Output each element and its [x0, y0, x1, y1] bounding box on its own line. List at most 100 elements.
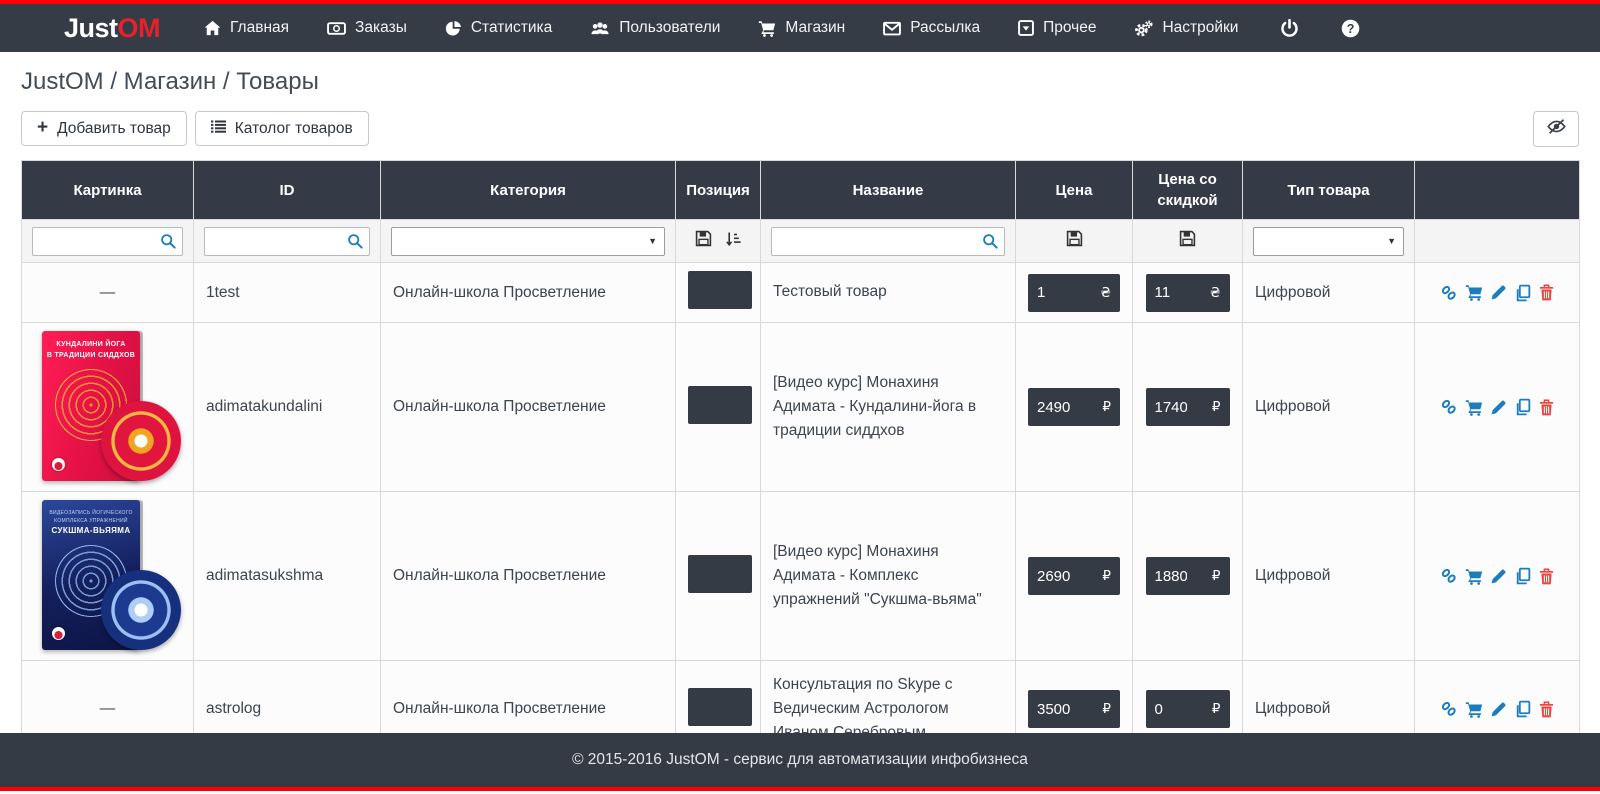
link-icon[interactable]	[1440, 700, 1458, 718]
nav-item-mailing[interactable]: Рассылка	[883, 19, 980, 37]
nav-item-shop[interactable]: Магазин	[758, 19, 845, 37]
power-icon[interactable]	[1280, 19, 1299, 38]
svg-text:?: ?	[1347, 21, 1355, 35]
discount-value: 11	[1155, 284, 1187, 301]
trash-icon[interactable]	[1539, 284, 1554, 301]
toggle-columns-button[interactable]	[1533, 111, 1579, 147]
price-input[interactable]: 2690₽	[1028, 557, 1120, 595]
nav-item-settings[interactable]: Настройки	[1134, 19, 1238, 37]
name-filter-input[interactable]	[771, 227, 1005, 256]
trash-icon[interactable]	[1539, 399, 1554, 416]
logo-text-om: OM	[118, 13, 161, 43]
nav-item-users[interactable]: Пользователи	[590, 19, 720, 37]
link-icon[interactable]	[1440, 398, 1458, 416]
header-type: Тип товара	[1243, 161, 1415, 220]
cart-icon[interactable]	[1465, 568, 1483, 585]
copy-icon[interactable]	[1514, 284, 1532, 302]
nav-menu: Главная Заказы Статистика Пользователи М…	[204, 19, 1238, 37]
id-filter	[204, 227, 370, 256]
position-input[interactable]	[688, 271, 752, 309]
question-circle-icon[interactable]: ?	[1341, 19, 1360, 38]
list-icon	[211, 120, 226, 138]
price-input[interactable]: 2490₽	[1028, 388, 1120, 426]
pencil-icon[interactable]	[1490, 399, 1507, 416]
toolbar: + Добавить товар Католог товаров	[21, 111, 1579, 147]
top-navbar: JustOM Главная Заказы Статистика Пользов…	[0, 0, 1600, 52]
header-name: Название	[761, 161, 1016, 220]
filter-row	[22, 220, 1580, 263]
catalog-button[interactable]: Католог товаров	[195, 111, 369, 146]
nav-icon-buttons: ?	[1280, 19, 1360, 38]
add-product-label: Добавить товар	[57, 120, 171, 138]
header-actions	[1415, 161, 1580, 220]
page: JustOM Главная Заказы Статистика Пользов…	[0, 0, 1600, 794]
cell-type: Цифровой	[1243, 661, 1415, 734]
image-filter	[32, 227, 183, 256]
toolbar-buttons: + Добавить товар Католог товаров	[21, 111, 369, 146]
sort-amount-icon[interactable]	[726, 231, 742, 252]
copy-icon[interactable]	[1514, 567, 1532, 585]
link-icon[interactable]	[1440, 567, 1458, 585]
cell-name: [Видео курс] Монахиня Адимата - Кундалин…	[761, 323, 1016, 492]
nav-item-other[interactable]: Прочее	[1018, 19, 1096, 37]
users-icon	[590, 21, 610, 36]
currency-symbol: ₽	[1102, 701, 1111, 717]
position-input[interactable]	[688, 555, 752, 593]
price-input[interactable]: 3500 ₽	[1028, 690, 1120, 728]
header-position: Позиция	[676, 161, 761, 220]
currency-symbol: ₽	[1212, 701, 1221, 717]
header-category: Категория	[381, 161, 676, 220]
nav-item-label: Магазин	[785, 19, 845, 37]
footer: © 2015-2016 JustOM - сервис для автомати…	[0, 733, 1600, 794]
save-icon[interactable]	[695, 230, 712, 252]
price-input[interactable]: 1₴	[1028, 274, 1120, 312]
trash-icon[interactable]	[1539, 701, 1554, 718]
table-row: — 1test Онлайн-школа Просветление Тестов…	[22, 263, 1580, 323]
currency-symbol: ₽	[1212, 399, 1221, 415]
eye-slash-icon	[1546, 118, 1567, 140]
nav-item-home[interactable]: Главная	[204, 19, 289, 37]
gears-icon	[1134, 20, 1153, 37]
cell-id: adimatasukshma	[194, 492, 381, 661]
cell-image: —	[22, 263, 194, 323]
nav-item-label: Настройки	[1162, 19, 1238, 37]
cell-category: Онлайн-школа Просветление	[381, 492, 676, 661]
copy-icon[interactable]	[1514, 700, 1532, 718]
nav-item-label: Статистика	[471, 19, 552, 37]
envelope-icon	[883, 21, 901, 36]
price-value: 3500	[1037, 701, 1085, 718]
discount-price-input[interactable]: 1740₽	[1146, 388, 1230, 426]
nav-item-stats[interactable]: Статистика	[445, 19, 552, 37]
pencil-icon[interactable]	[1490, 568, 1507, 585]
discount-price-input[interactable]: 11₴	[1146, 274, 1230, 312]
cell-id: astrolog	[194, 661, 381, 734]
nav-item-label: Рассылка	[910, 19, 980, 37]
copy-icon[interactable]	[1514, 398, 1532, 416]
nav-item-orders[interactable]: Заказы	[327, 19, 407, 37]
app-logo[interactable]: JustOM	[64, 13, 160, 44]
add-product-button[interactable]: + Добавить товар	[21, 111, 187, 146]
type-filter-select[interactable]	[1253, 227, 1404, 256]
pencil-icon[interactable]	[1490, 701, 1507, 718]
main-content: JustOM / Магазин / Товары + Добавить тов…	[0, 52, 1600, 733]
name-filter	[771, 227, 1005, 256]
position-input[interactable]	[688, 688, 752, 726]
link-icon[interactable]	[1440, 284, 1458, 302]
currency-symbol: ₽	[1212, 568, 1221, 584]
discount-price-input[interactable]: 1880₽	[1146, 557, 1230, 595]
discount-price-input[interactable]: 0₽	[1146, 690, 1230, 728]
home-icon	[204, 20, 221, 36]
save-icon[interactable]	[1179, 234, 1196, 251]
cart-icon[interactable]	[1465, 701, 1483, 718]
position-input[interactable]	[688, 386, 752, 424]
pencil-icon[interactable]	[1490, 284, 1507, 301]
save-icon[interactable]	[1066, 234, 1083, 251]
brand-mark	[52, 458, 65, 471]
trash-icon[interactable]	[1539, 568, 1554, 585]
cart-icon[interactable]	[1465, 284, 1483, 301]
category-filter-select[interactable]	[391, 227, 665, 256]
cart-icon[interactable]	[1465, 399, 1483, 416]
id-filter-input[interactable]	[204, 227, 370, 256]
cover-title: КУНДАЛИНИ ЙОГА	[42, 340, 140, 351]
cell-category: Онлайн-школа Просветление	[381, 263, 676, 323]
